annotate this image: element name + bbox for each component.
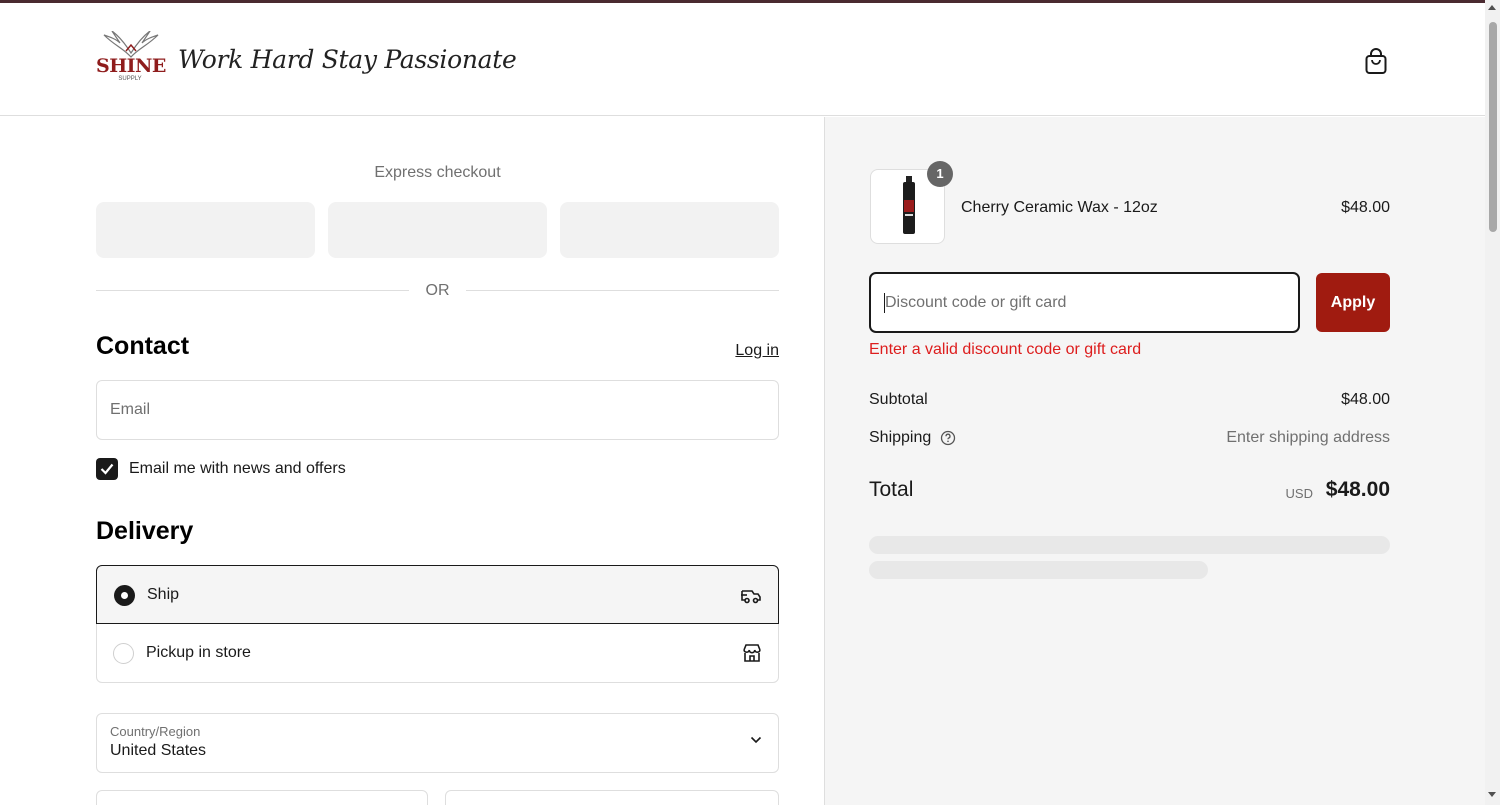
site-header: SHINE SUPPLY Work Hard Stay Passionate [0,3,1485,116]
loading-skeleton-line [869,536,1390,554]
store-icon [743,644,761,662]
quantity-badge: 1 [927,161,953,187]
newsletter-checkbox[interactable] [96,458,118,480]
loading-skeleton-line [869,561,1208,579]
product-bottle-image [903,176,915,234]
scrollbar-thumb[interactable] [1489,22,1497,232]
shipping-value: Enter shipping address [1226,429,1390,446]
express-pay-button-2[interactable] [328,202,547,258]
last-name-field[interactable] [445,790,779,805]
express-checkout-label: Express checkout [374,164,501,181]
subtotal-value: $48.00 [1341,391,1390,408]
shipping-label: Shipping [869,429,932,446]
truck-icon [741,590,761,604]
total-label: Total [869,478,914,501]
checkout-form-column: Express checkout OR Contact Log in Email… [0,117,824,805]
product-name: Cherry Ceramic Wax - 12oz [961,199,1158,216]
scroll-down-arrow[interactable] [1488,792,1496,797]
brand-tagline: Work Hard Stay Passionate [178,45,517,74]
discount-error-message: Enter a valid discount code or gift card [869,341,1142,358]
delivery-option-ship[interactable]: Ship [96,565,779,624]
ship-label: Ship [147,586,180,603]
or-divider: OR [96,280,779,300]
chevron-down-icon [750,736,762,744]
login-link[interactable]: Log in [700,342,779,360]
newsletter-label: Email me with news and offers [129,460,346,477]
pickup-radio[interactable] [113,643,134,664]
apply-discount-button[interactable]: Apply [1316,273,1390,332]
logo-subtext: SUPPLY [118,76,142,82]
discount-code-input[interactable]: Discount code or gift card [869,272,1300,333]
contact-heading: Contact [96,332,190,360]
country-region-select[interactable]: Country/Region United States [96,713,779,773]
express-pay-button-3[interactable] [560,202,779,258]
pickup-label: Pickup in store [146,644,251,661]
product-price: $48.00 [1341,199,1390,216]
logo-wordmark: SHINE [96,55,166,77]
help-circle-icon[interactable] [940,430,956,446]
country-value: United States [110,742,207,759]
discount-placeholder: Discount code or gift card [885,294,1067,311]
shine-supply-logo[interactable]: SHINE SUPPLY [96,31,166,93]
email-placeholder: Email [110,401,151,418]
order-summary-column: 1 Cherry Ceramic Wax - 12oz $48.00 Disco… [824,117,1485,805]
delivery-heading: Delivery [96,517,194,545]
page-scrollbar[interactable] [1485,0,1500,805]
or-text: OR [425,282,450,299]
first-name-field[interactable] [96,790,428,805]
cart-button[interactable] [1362,47,1390,77]
ship-radio[interactable] [114,585,135,606]
checkmark-icon [100,463,114,475]
total-value: $48.00 [1325,478,1390,501]
subtotal-label: Subtotal [869,391,928,408]
scroll-up-arrow[interactable] [1488,5,1496,10]
express-pay-button-1[interactable] [96,202,315,258]
shopping-bag-icon [1365,48,1387,74]
country-label: Country/Region [110,724,201,739]
divider-line-right [466,290,779,291]
delivery-option-pickup[interactable]: Pickup in store [96,624,779,683]
email-field[interactable]: Email [96,380,779,440]
